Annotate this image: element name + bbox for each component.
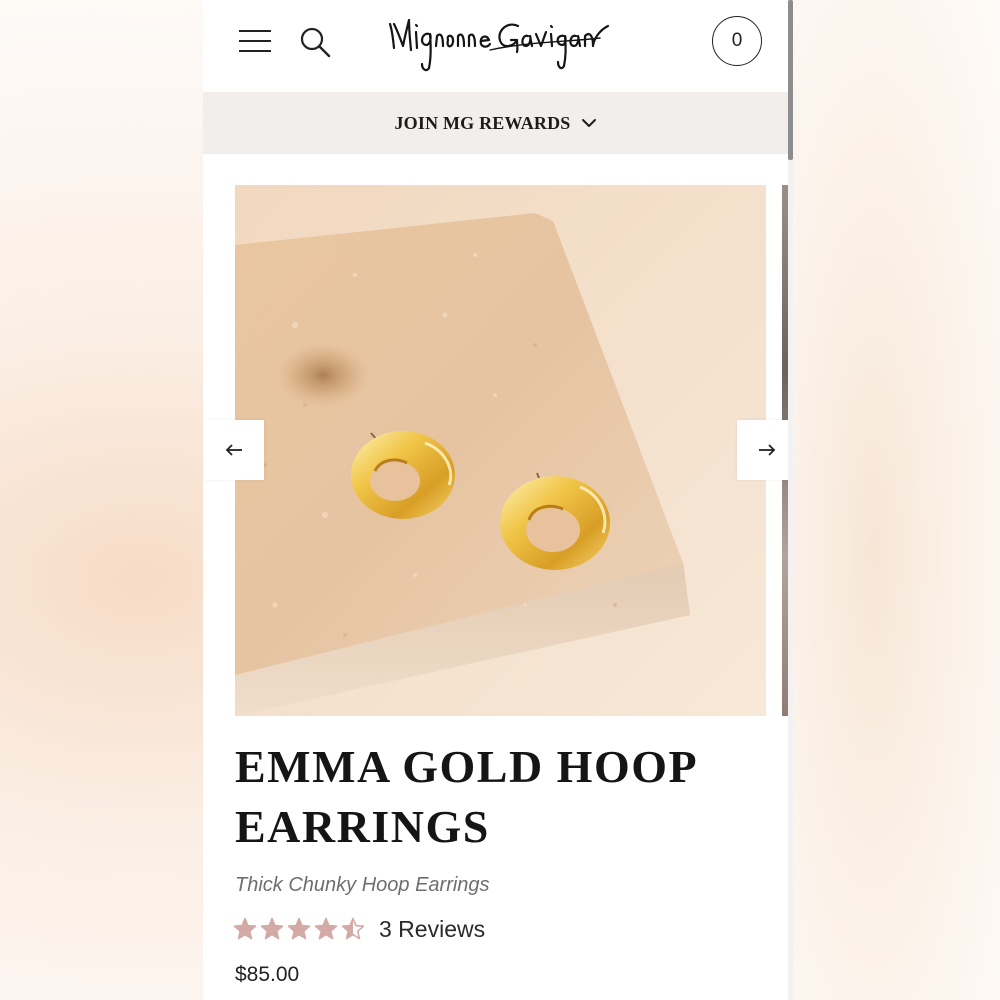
reviews-link[interactable]: 3 Reviews — [379, 916, 485, 943]
menu-line — [239, 30, 271, 32]
brand-logo-signature — [388, 18, 610, 72]
scrollbar-thumb[interactable] — [788, 0, 793, 160]
rating-stars — [233, 917, 365, 941]
brand-logo[interactable] — [386, 12, 616, 74]
product-price: $85.00 — [235, 963, 300, 986]
product-photo — [235, 185, 766, 716]
search-button[interactable] — [298, 25, 334, 61]
star-icon — [260, 917, 284, 940]
menu-line — [239, 50, 271, 52]
mobile-page: 0 JOIN MG REWARDS EMMA GOLD HOOP EARRING… — [203, 0, 788, 1000]
menu-line — [239, 40, 271, 42]
star-icon — [314, 917, 338, 940]
arrow-left-icon — [225, 444, 242, 456]
product-subtitle: Thick Chunky Hoop Earrings — [235, 874, 490, 896]
menu-button[interactable] — [239, 29, 271, 53]
product-rating: 3 Reviews — [233, 912, 485, 946]
search-icon — [300, 27, 331, 58]
page-backdrop-right — [790, 0, 1000, 1000]
star-icon — [233, 917, 257, 940]
star-icon — [287, 917, 311, 940]
previous-image-button[interactable] — [204, 420, 264, 480]
cart-button[interactable]: 0 — [712, 16, 762, 66]
rewards-label: JOIN MG REWARDS — [394, 112, 571, 133]
product-title: EMMA GOLD HOOP EARRINGS — [235, 741, 696, 852]
site-header: 0 — [203, 0, 788, 92]
star-icon — [341, 917, 365, 940]
rewards-banner-toggle[interactable]: JOIN MG REWARDS — [203, 92, 788, 154]
product-image-carousel[interactable] — [203, 154, 788, 734]
arrow-right-icon — [759, 444, 776, 456]
next-image-button[interactable] — [737, 420, 788, 480]
product-photo-illustration — [235, 185, 766, 716]
cart-count: 0 — [731, 30, 743, 51]
chevron-down-icon — [581, 119, 596, 127]
